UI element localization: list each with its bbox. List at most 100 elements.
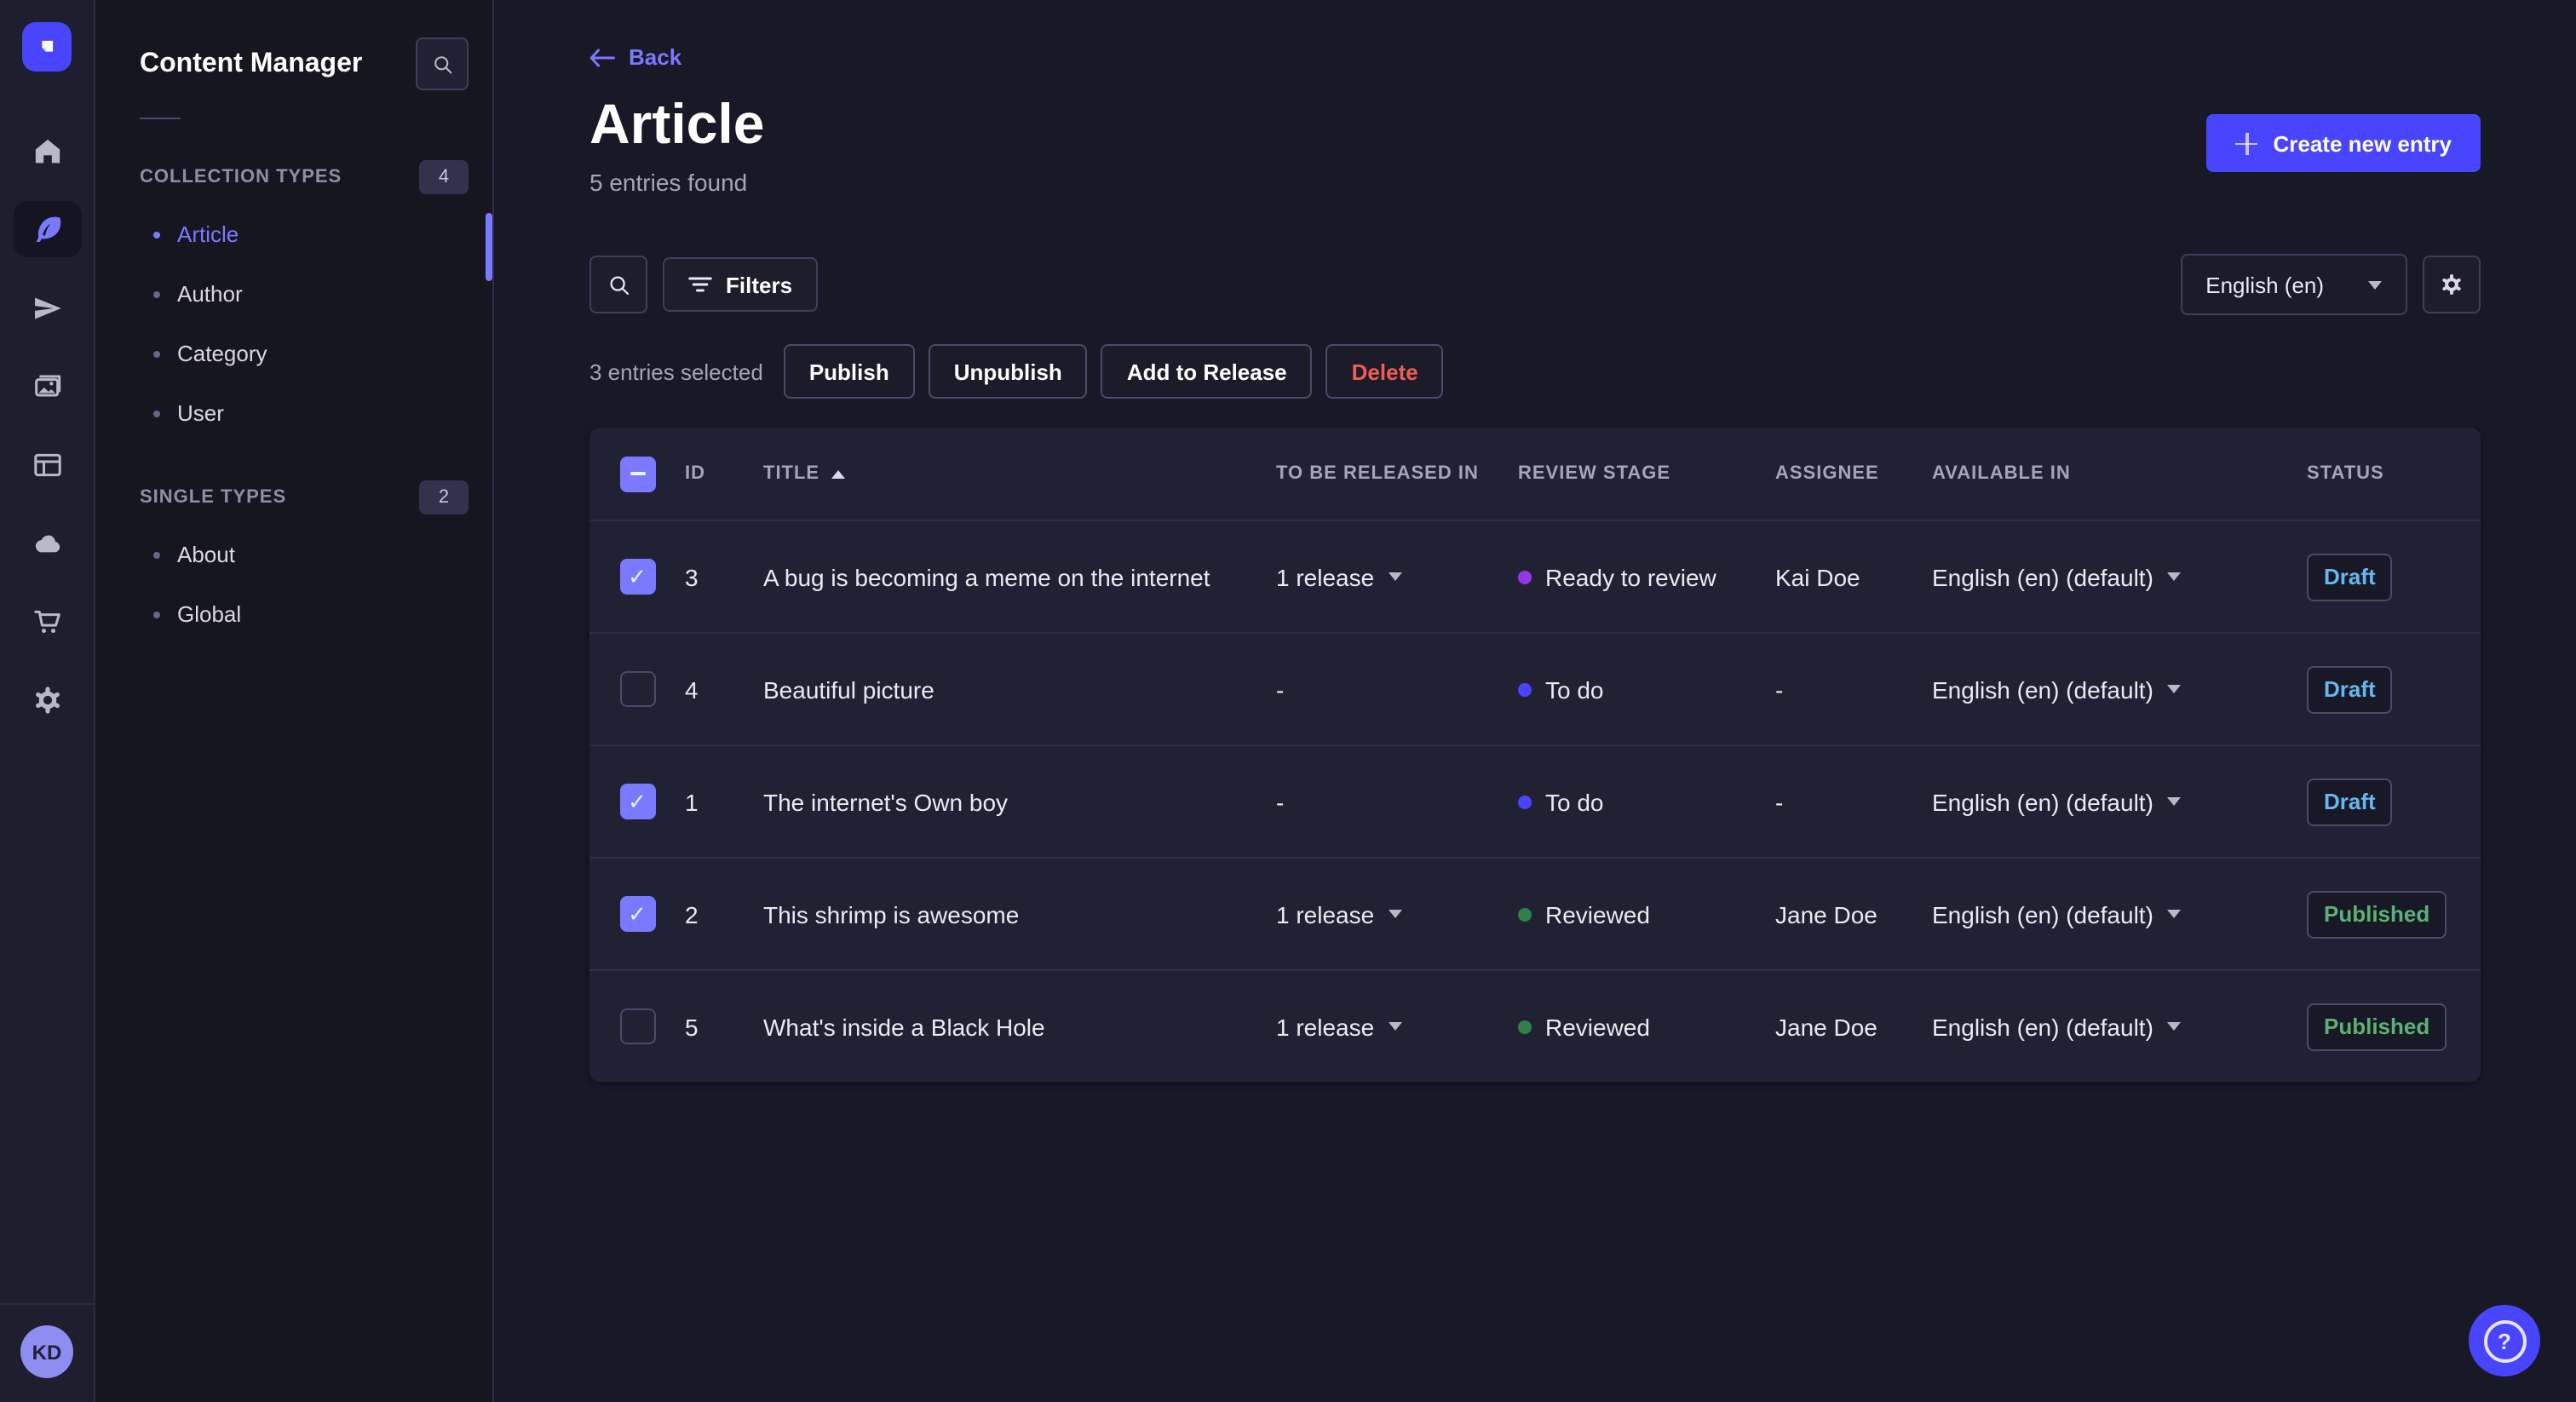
entries-count: 5 entries found <box>589 169 748 196</box>
releases-icon[interactable] <box>13 279 81 336</box>
cell-released-in[interactable]: 1 release <box>1276 563 1518 590</box>
cell-title: Beautiful picture <box>763 675 934 703</box>
content-type-builder-icon[interactable] <box>13 436 81 492</box>
chevron-down-icon <box>2166 910 2181 918</box>
main-content: Back Article 5 entries found Create new … <box>494 0 2576 1402</box>
settings-icon[interactable] <box>13 671 81 727</box>
sidebar-item-user[interactable]: User <box>95 383 492 443</box>
cell-released-in[interactable]: 1 release <box>1276 1013 1518 1040</box>
cell-assignee: - <box>1775 788 1784 815</box>
media-library-icon[interactable] <box>13 358 81 414</box>
nav-footer: KD <box>0 1303 94 1402</box>
table-row[interactable]: 5 What's inside a Black Hole 1 release R… <box>589 969 2481 1082</box>
row-checkbox[interactable] <box>619 784 655 819</box>
locale-select[interactable]: English (en) <box>2180 254 2407 315</box>
chevron-down-icon <box>1388 572 1402 581</box>
cell-assignee: Jane Doe <box>1775 900 1877 928</box>
divider <box>140 118 181 119</box>
row-checkbox[interactable] <box>619 559 655 595</box>
marketplace-icon[interactable] <box>13 593 81 649</box>
cell-assignee: Kai Doe <box>1775 563 1860 590</box>
cell-assignee: - <box>1775 675 1784 703</box>
plus-icon <box>2235 132 2258 154</box>
cell-id: 5 <box>685 1013 699 1040</box>
sidebar-item-category[interactable]: Category <box>95 324 492 383</box>
cell-id: 1 <box>685 788 699 815</box>
chevron-down-icon <box>2166 1022 2181 1031</box>
sidebar-item-article[interactable]: Article <box>95 204 492 264</box>
row-checkbox[interactable] <box>619 671 655 707</box>
table-row[interactable]: 1 The internet's Own boy - To do - Engli… <box>589 744 2481 857</box>
add-to-release-button[interactable]: Add to Release <box>1101 344 1313 399</box>
delete-button[interactable]: Delete <box>1325 344 1444 399</box>
column-header-to-be-released-in[interactable]: TO BE RELEASED IN <box>1276 463 1518 484</box>
bullet-icon <box>153 350 160 357</box>
column-header-available-in[interactable]: AVAILABLE IN <box>1932 463 2307 484</box>
select-all-checkbox[interactable] <box>619 456 655 491</box>
cell-id: 2 <box>685 900 699 928</box>
main-nav-rail: KD <box>0 0 95 1402</box>
column-header-id[interactable]: ID <box>685 463 763 484</box>
chevron-down-icon <box>2166 572 2181 581</box>
bullet-icon <box>153 551 160 558</box>
cell-title: A bug is becoming a meme on the internet <box>763 563 1210 590</box>
chevron-down-icon <box>2368 280 2382 289</box>
table-row[interactable]: 3 A bug is becoming a meme on the intern… <box>589 521 2481 632</box>
filters-button[interactable]: Filters <box>663 257 819 312</box>
publish-button[interactable]: Publish <box>783 344 915 399</box>
table-row[interactable]: 4 Beautiful picture - To do - English (e… <box>589 632 2481 744</box>
sidebar-item-author[interactable]: Author <box>95 264 492 324</box>
search-icon[interactable] <box>589 256 647 313</box>
single-types-count-badge: 2 <box>419 480 469 514</box>
cell-review-stage: Reviewed <box>1518 900 1775 928</box>
table-row[interactable]: 2 This shrimp is awesome 1 release Revie… <box>589 857 2481 969</box>
row-checkbox[interactable] <box>619 1008 655 1044</box>
stage-dot-icon <box>1518 570 1532 583</box>
content-manager-icon[interactable] <box>13 201 81 257</box>
cell-id: 3 <box>685 563 699 590</box>
cell-review-stage: To do <box>1518 675 1775 703</box>
status-badge: Published <box>2307 890 2447 938</box>
cell-available-in[interactable]: English (en) (default) <box>1932 1013 2307 1040</box>
strapi-logo-icon[interactable] <box>22 22 72 72</box>
table-header-row: ID TITLE TO BE RELEASED IN REVIEW STAGE … <box>589 428 2481 521</box>
cell-available-in[interactable]: English (en) (default) <box>1932 900 2307 928</box>
arrow-left-icon <box>589 48 615 66</box>
status-badge: Draft <box>2307 553 2393 600</box>
column-header-status[interactable]: STATUS <box>2307 463 2481 484</box>
cell-available-in[interactable]: English (en) (default) <box>1932 788 2307 815</box>
sidebar-item-about[interactable]: About <box>95 525 492 584</box>
gear-icon[interactable] <box>2423 256 2481 313</box>
cell-available-in[interactable]: English (en) (default) <box>1932 563 2307 590</box>
column-header-review-stage[interactable]: REVIEW STAGE <box>1518 463 1775 484</box>
create-new-entry-button[interactable]: Create new entry <box>2206 114 2481 172</box>
status-badge: Published <box>2307 1003 2447 1050</box>
subnav-title: Content Manager <box>140 49 363 78</box>
entries-table: ID TITLE TO BE RELEASED IN REVIEW STAGE … <box>589 428 2481 1082</box>
cell-released-in: - <box>1276 675 1285 703</box>
user-avatar[interactable]: KD <box>20 1325 73 1378</box>
unpublish-button[interactable]: Unpublish <box>928 344 1088 399</box>
cell-released-in[interactable]: 1 release <box>1276 900 1518 928</box>
section-label-single-types: SINGLE TYPES <box>140 487 287 508</box>
help-button[interactable]: ? <box>2469 1305 2540 1376</box>
sidebar-item-global[interactable]: Global <box>95 584 492 644</box>
column-header-assignee[interactable]: ASSIGNEE <box>1775 463 1932 484</box>
search-icon[interactable] <box>416 37 469 90</box>
bullet-icon <box>153 231 160 238</box>
row-checkbox[interactable] <box>619 896 655 932</box>
sort-ascending-icon[interactable] <box>831 469 846 478</box>
app-window: KD Content Manager COLLECTION TYPES 4 Ar… <box>0 0 2576 1402</box>
question-mark-icon: ? <box>2483 1319 2526 1362</box>
back-link[interactable]: Back <box>589 44 2481 70</box>
cell-available-in[interactable]: English (en) (default) <box>1932 675 2307 703</box>
home-icon[interactable] <box>13 123 81 179</box>
status-badge: Draft <box>2307 665 2393 713</box>
deploy-icon[interactable] <box>13 514 81 571</box>
status-badge: Draft <box>2307 778 2393 825</box>
collection-types-count-badge: 4 <box>419 160 469 194</box>
stage-dot-icon <box>1518 1020 1532 1033</box>
cell-id: 4 <box>685 675 699 703</box>
bullet-icon <box>153 290 160 297</box>
column-header-title[interactable]: TITLE <box>763 463 1276 484</box>
